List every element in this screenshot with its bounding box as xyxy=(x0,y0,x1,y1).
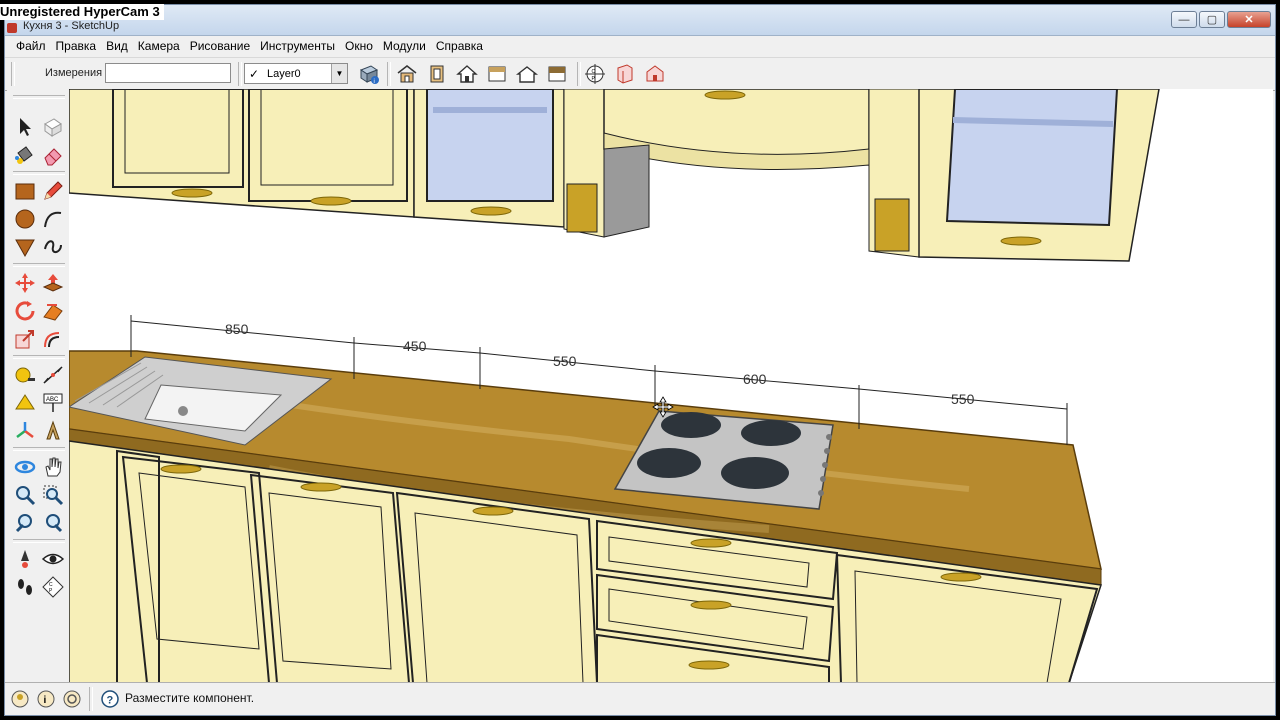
svg-text:ABC: ABC xyxy=(46,397,59,403)
previous-view-icon[interactable] xyxy=(13,511,37,535)
menu-help[interactable]: Справка xyxy=(431,36,488,56)
toolbar-grip[interactable] xyxy=(13,95,65,99)
measurements-input[interactable] xyxy=(105,63,231,83)
credits-icon[interactable]: i xyxy=(37,690,55,708)
toolbar-separator xyxy=(577,62,581,86)
geo-location-icon[interactable] xyxy=(11,690,29,708)
layer-name: Layer0 xyxy=(267,68,301,80)
sketchup-window: Кухня 3 - SketchUp — ▢ ✕ Файл Правка Вид… xyxy=(4,4,1276,716)
house-box-icon[interactable] xyxy=(643,62,667,86)
modeling-viewport[interactable]: 850 450 550 600 550 xyxy=(69,89,1273,683)
menu-file[interactable]: Файл xyxy=(11,36,51,56)
recording-watermark: Unregistered HyperCam 3 xyxy=(0,4,164,20)
dimension-tool-icon[interactable] xyxy=(41,363,65,387)
right-view-icon[interactable] xyxy=(515,62,539,86)
orbit-icon[interactable] xyxy=(13,455,37,479)
axes-tool-icon[interactable] xyxy=(13,419,37,443)
text-tool-icon[interactable]: ABC xyxy=(41,391,65,415)
position-camera-icon[interactable]: CP xyxy=(583,62,607,86)
top-view-icon[interactable] xyxy=(485,62,509,86)
select-tool-icon[interactable] xyxy=(13,115,37,139)
dimension-label[interactable]: 600 xyxy=(743,371,767,387)
menu-bar: Файл Правка Вид Камера Рисование Инструм… xyxy=(5,36,1275,56)
toolbar-separator xyxy=(13,171,65,175)
position-camera-tool-icon[interactable] xyxy=(13,547,37,571)
upper-cabinets xyxy=(69,89,1160,262)
walk-footprints-icon[interactable] xyxy=(13,575,37,599)
toolbar-separator xyxy=(13,447,65,451)
top-toolbar: Измерения ✓ Layer0 ▼ i C P xyxy=(5,57,1275,91)
measurements-label: Измерения xyxy=(45,67,103,79)
user-account-icon[interactable] xyxy=(63,690,81,708)
status-message: Разместите компонент. xyxy=(125,691,255,705)
3d-text-icon[interactable] xyxy=(41,419,65,443)
circle-tool-icon[interactable] xyxy=(13,207,37,231)
toolbar-separator xyxy=(13,355,65,359)
dimension-label[interactable]: 850 xyxy=(225,321,249,337)
menu-plugins[interactable]: Модули xyxy=(378,36,431,56)
zoom-icon[interactable] xyxy=(13,483,37,507)
status-separator xyxy=(89,687,93,711)
iso-view-icon[interactable] xyxy=(395,62,419,86)
status-bar: i ? Разместите компонент. xyxy=(5,682,1275,715)
left-toolbar: ABC CP xyxy=(7,89,70,683)
push-pull-icon[interactable] xyxy=(41,271,65,295)
offset-tool-icon[interactable] xyxy=(41,327,65,351)
maximize-button[interactable]: ▢ xyxy=(1199,11,1225,28)
svg-text:i: i xyxy=(44,695,47,706)
pencil-icon[interactable] xyxy=(41,179,65,203)
components-icon[interactable]: i xyxy=(357,62,381,86)
kitchen-model-scene: 850 450 550 600 550 xyxy=(69,89,1160,683)
look-around-eye-icon[interactable] xyxy=(41,547,65,571)
toolbar-separator xyxy=(13,539,65,543)
menu-window[interactable]: Окно xyxy=(340,36,378,56)
dimension-label[interactable]: 550 xyxy=(553,353,577,369)
front-view-icon[interactable] xyxy=(425,62,449,86)
svg-text:?: ? xyxy=(107,695,114,707)
freehand-tool-icon[interactable] xyxy=(41,235,65,259)
svg-text:i: i xyxy=(374,79,375,85)
component-tool-icon[interactable] xyxy=(41,115,65,139)
move-tool-icon[interactable] xyxy=(13,271,37,295)
scale-tool-icon[interactable] xyxy=(13,327,37,351)
rectangle-tool-icon[interactable] xyxy=(13,179,37,203)
next-view-icon[interactable] xyxy=(41,511,65,535)
chevron-down-icon[interactable]: ▼ xyxy=(331,64,347,83)
menu-edit[interactable]: Правка xyxy=(51,36,102,56)
tape-measure-icon[interactable] xyxy=(13,363,37,387)
toolbar-separator xyxy=(238,62,242,86)
follow-me-icon[interactable] xyxy=(41,299,65,323)
rotate-tool-icon[interactable] xyxy=(13,299,37,323)
toolbar-grip[interactable] xyxy=(11,62,15,86)
toolbar-separator xyxy=(13,263,65,267)
zoom-window-icon[interactable] xyxy=(41,483,65,507)
section-plane-icon[interactable]: CP xyxy=(41,575,65,599)
layer-select[interactable]: ✓ Layer0 ▼ xyxy=(244,63,348,84)
menu-tools[interactable]: Инструменты xyxy=(255,36,340,56)
close-button[interactable]: ✕ xyxy=(1227,11,1271,28)
polygon-tool-icon[interactable] xyxy=(13,235,37,259)
window-controls: — ▢ ✕ xyxy=(1171,11,1271,28)
title-bar[interactable]: Кухня 3 - SketchUp — ▢ ✕ xyxy=(5,5,1275,36)
eraser-icon[interactable] xyxy=(41,143,65,167)
dimension-label[interactable]: 550 xyxy=(951,391,975,407)
dimension-label[interactable]: 450 xyxy=(403,338,427,354)
home-view-icon[interactable] xyxy=(455,62,479,86)
menu-view[interactable]: Вид xyxy=(101,36,133,56)
toolbar-separator xyxy=(387,62,391,86)
window-caption: Кухня 3 - SketchUp xyxy=(23,20,120,32)
minimize-button[interactable]: — xyxy=(1171,11,1197,28)
pan-hand-icon[interactable] xyxy=(41,455,65,479)
back-view-icon[interactable] xyxy=(545,62,569,86)
protractor-icon[interactable] xyxy=(13,391,37,415)
shadow-box-icon[interactable] xyxy=(613,62,637,86)
menu-draw[interactable]: Рисование xyxy=(185,36,255,56)
arc-tool-icon[interactable] xyxy=(41,207,65,231)
svg-text:C: C xyxy=(592,69,596,75)
layer-check-icon: ✓ xyxy=(249,67,260,81)
paint-bucket-icon[interactable] xyxy=(13,143,37,167)
menu-camera[interactable]: Камера xyxy=(133,36,185,56)
sketchup-app-icon xyxy=(7,23,17,33)
help-icon[interactable]: ? xyxy=(101,690,119,708)
